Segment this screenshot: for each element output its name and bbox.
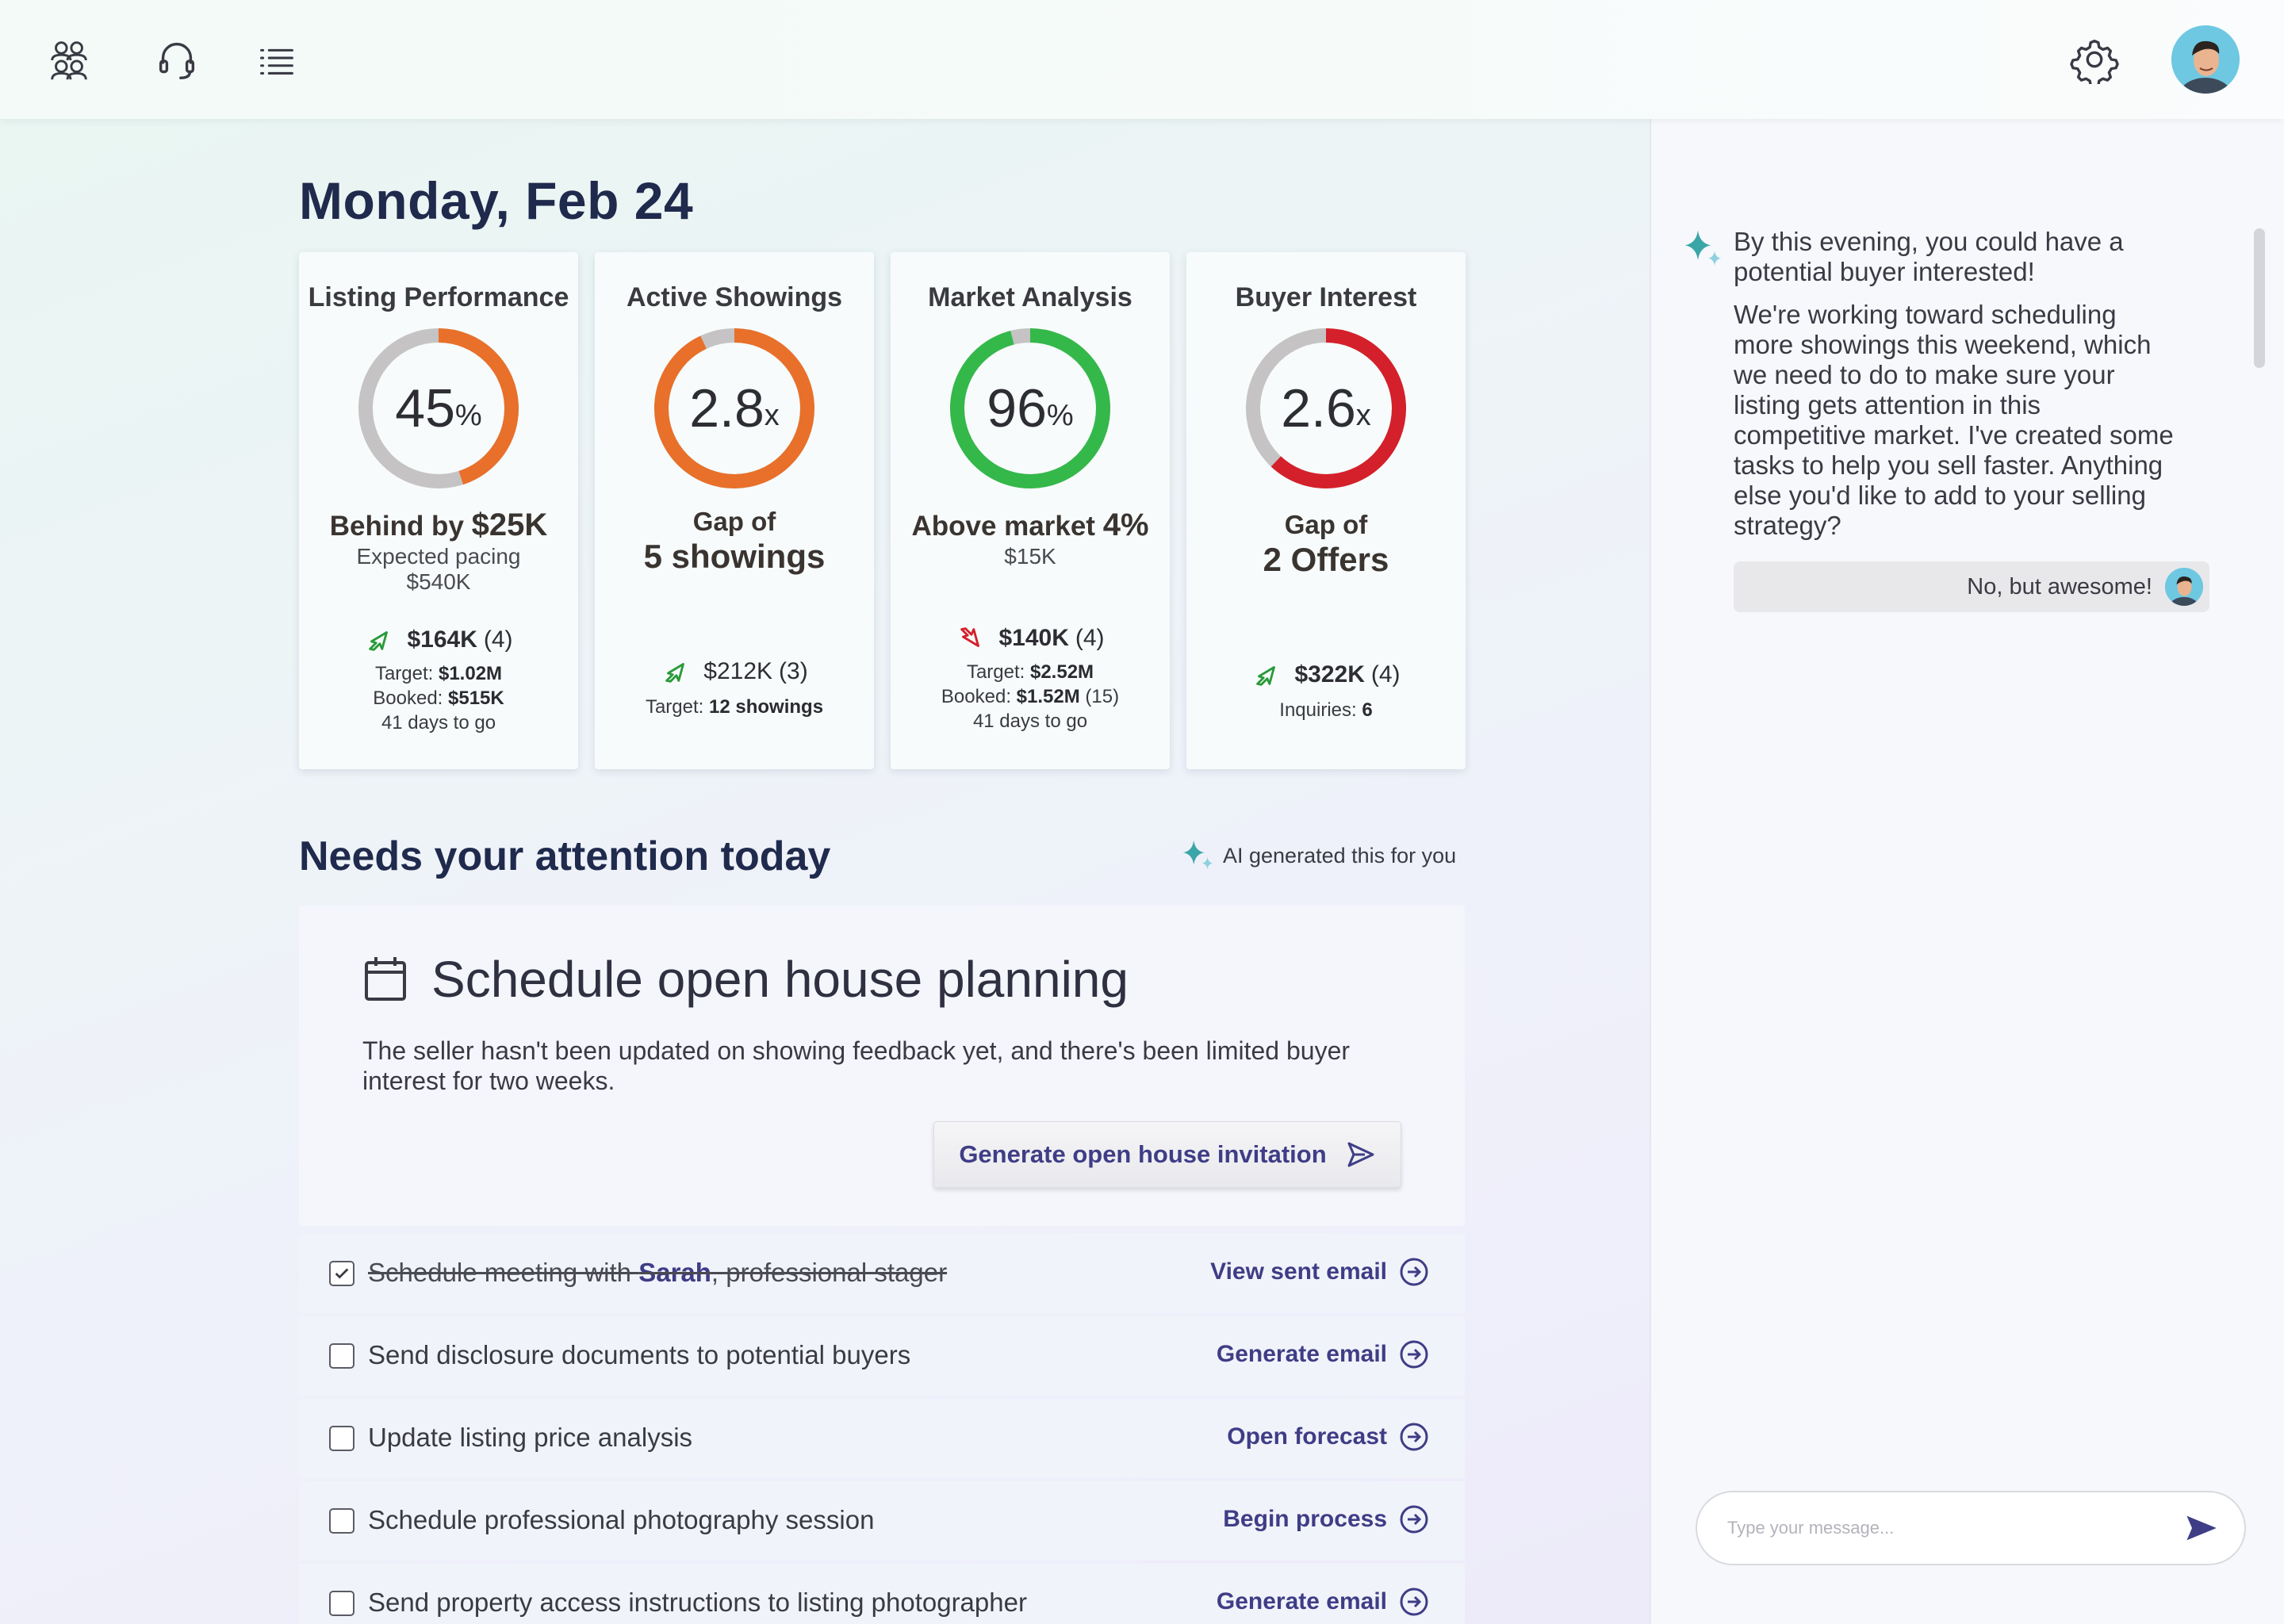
kpi-stat: $140K (4) [891, 623, 1170, 653]
page-title: Monday, Feb 24 [299, 171, 694, 230]
message-lead: By this evening, you could have a potent… [1734, 227, 2124, 286]
kpi-stats: $212K (3) Target: 12 showings [595, 657, 874, 719]
trend-up-icon [1256, 666, 1276, 686]
kpi-card-buyer-interest[interactable]: Buyer Interest 2.6 x Gap of 2 Offers $322… [1186, 252, 1466, 769]
trend-up-icon [369, 631, 389, 651]
todo-row: Schedule professional photography sessio… [299, 1481, 1465, 1561]
gear-icon[interactable] [2068, 33, 2121, 86]
arrow-right-circle-icon [1400, 1423, 1428, 1451]
todo-checkbox[interactable] [329, 1261, 354, 1286]
kpi-stats: $164K (4) Target: $1.02M Booked: $515K 41… [299, 625, 578, 735]
begin-process-link[interactable]: Begin process [1223, 1503, 1430, 1535]
todo-row: Update listing price analysis Open forec… [299, 1399, 1465, 1478]
gauge-value: 2.8 x [689, 378, 780, 439]
todo-checkbox[interactable] [329, 1591, 354, 1616]
check-icon [335, 1268, 349, 1279]
assistant-message: By this evening, you could have a potent… [1734, 227, 2178, 553]
gauge-value: 2.6 x [1281, 378, 1371, 439]
todo-text: Update listing price analysis [368, 1423, 693, 1452]
todo-text: Schedule professional photography sessio… [368, 1505, 875, 1534]
scrollbar[interactable] [2254, 228, 2265, 368]
kpi-stat: $164K (4) [299, 625, 578, 655]
kpi-summary: Above market 4% $15K [911, 508, 1149, 569]
kpi-stats: $140K (4) Target: $2.52M Booked: $1.52M (… [891, 623, 1170, 733]
todo-text: Send property access instructions to lis… [368, 1588, 1027, 1617]
section-title: Needs your attention today [299, 833, 831, 879]
list-icon[interactable] [251, 33, 303, 86]
avatar[interactable] [2171, 25, 2240, 94]
kpi-title: Active Showings [626, 282, 843, 312]
gauge-value: 45% [395, 378, 482, 439]
send-icon [1347, 1142, 1374, 1167]
todo-text: Schedule meeting with Sarah, professiona… [368, 1258, 948, 1287]
kpi-stat: $322K (4) [1186, 660, 1466, 690]
arrow-right-circle-icon [1400, 1505, 1428, 1534]
calendar-icon [365, 957, 406, 1001]
send-message-button[interactable] [2181, 1508, 2221, 1548]
generate-invitation-button[interactable]: Generate open house invitation [933, 1121, 1401, 1188]
kpi-title: Listing Performance [308, 282, 569, 312]
kpi-card-active-showings[interactable]: Active Showings 2.8 x Gap of 5 showings $… [595, 252, 874, 769]
avatar [2165, 568, 2203, 606]
reply-text: No, but awesome! [1967, 573, 2152, 599]
assistant-panel: By this evening, you could have a potent… [1650, 119, 2284, 1624]
ai-generated-note: AI generated this for you [1180, 837, 1456, 874]
todo-text: Send disclosure documents to potential b… [368, 1340, 911, 1369]
task-card-open-house: Schedule open house planning The seller … [299, 906, 1465, 1226]
team-icon[interactable] [43, 33, 95, 86]
todo-row: Send property access instructions to lis… [299, 1564, 1465, 1624]
message-body: We're working toward scheduling more sho… [1734, 300, 2174, 540]
trend-down-icon [960, 627, 980, 647]
arrow-right-circle-icon [1400, 1340, 1428, 1369]
kpi-stat: $212K (3) [595, 657, 874, 687]
todo-row: Schedule meeting with Sarah, professiona… [299, 1234, 1465, 1313]
arrow-right-circle-icon [1400, 1258, 1428, 1286]
open-forecast-link[interactable]: Open forecast [1227, 1421, 1430, 1453]
generate-email-link[interactable]: Generate email [1217, 1586, 1430, 1618]
kpi-title: Market Analysis [928, 282, 1132, 312]
button-label: Generate open house invitation [959, 1140, 1327, 1168]
todo-checkbox[interactable] [329, 1426, 354, 1451]
headset-icon[interactable] [151, 33, 203, 86]
kpi-card-market-analysis[interactable]: Market Analysis 96% Above market 4% $15K… [891, 252, 1170, 769]
todo-checkbox[interactable] [329, 1508, 354, 1534]
kpi-summary: Gap of 2 Offers [1263, 510, 1389, 578]
task-description: The seller hasn't been updated on showin… [362, 1036, 1351, 1095]
view-sent-email-link[interactable]: View sent email [1210, 1256, 1430, 1288]
kpi-stats: $322K (4) Inquiries: 6 [1186, 660, 1466, 722]
user-reply: No, but awesome! [1734, 561, 2209, 612]
sparkle-icon [1684, 230, 1722, 266]
kpi-summary: Gap of 5 showings [643, 507, 826, 575]
todo-row: Send disclosure documents to potential b… [299, 1316, 1465, 1396]
arrow-right-circle-icon [1400, 1588, 1428, 1616]
gauge-value: 96% [987, 378, 1074, 439]
sparkle-icon [1182, 840, 1213, 870]
task-title: Schedule open house planning [431, 951, 1129, 1008]
top-bar [0, 0, 2284, 119]
kpi-card-listing-performance[interactable]: Listing Performance 45% Behind by $25K E… [299, 252, 578, 769]
chat-message-input[interactable] [1696, 1491, 2246, 1565]
send-icon [2186, 1515, 2217, 1541]
kpi-title: Buyer Interest [1235, 282, 1417, 312]
generate-email-link[interactable]: Generate email [1217, 1339, 1430, 1370]
kpi-summary: Behind by $25K Expected pacing $540K [329, 508, 548, 594]
trend-up-icon [665, 663, 685, 683]
todo-checkbox[interactable] [329, 1343, 354, 1369]
